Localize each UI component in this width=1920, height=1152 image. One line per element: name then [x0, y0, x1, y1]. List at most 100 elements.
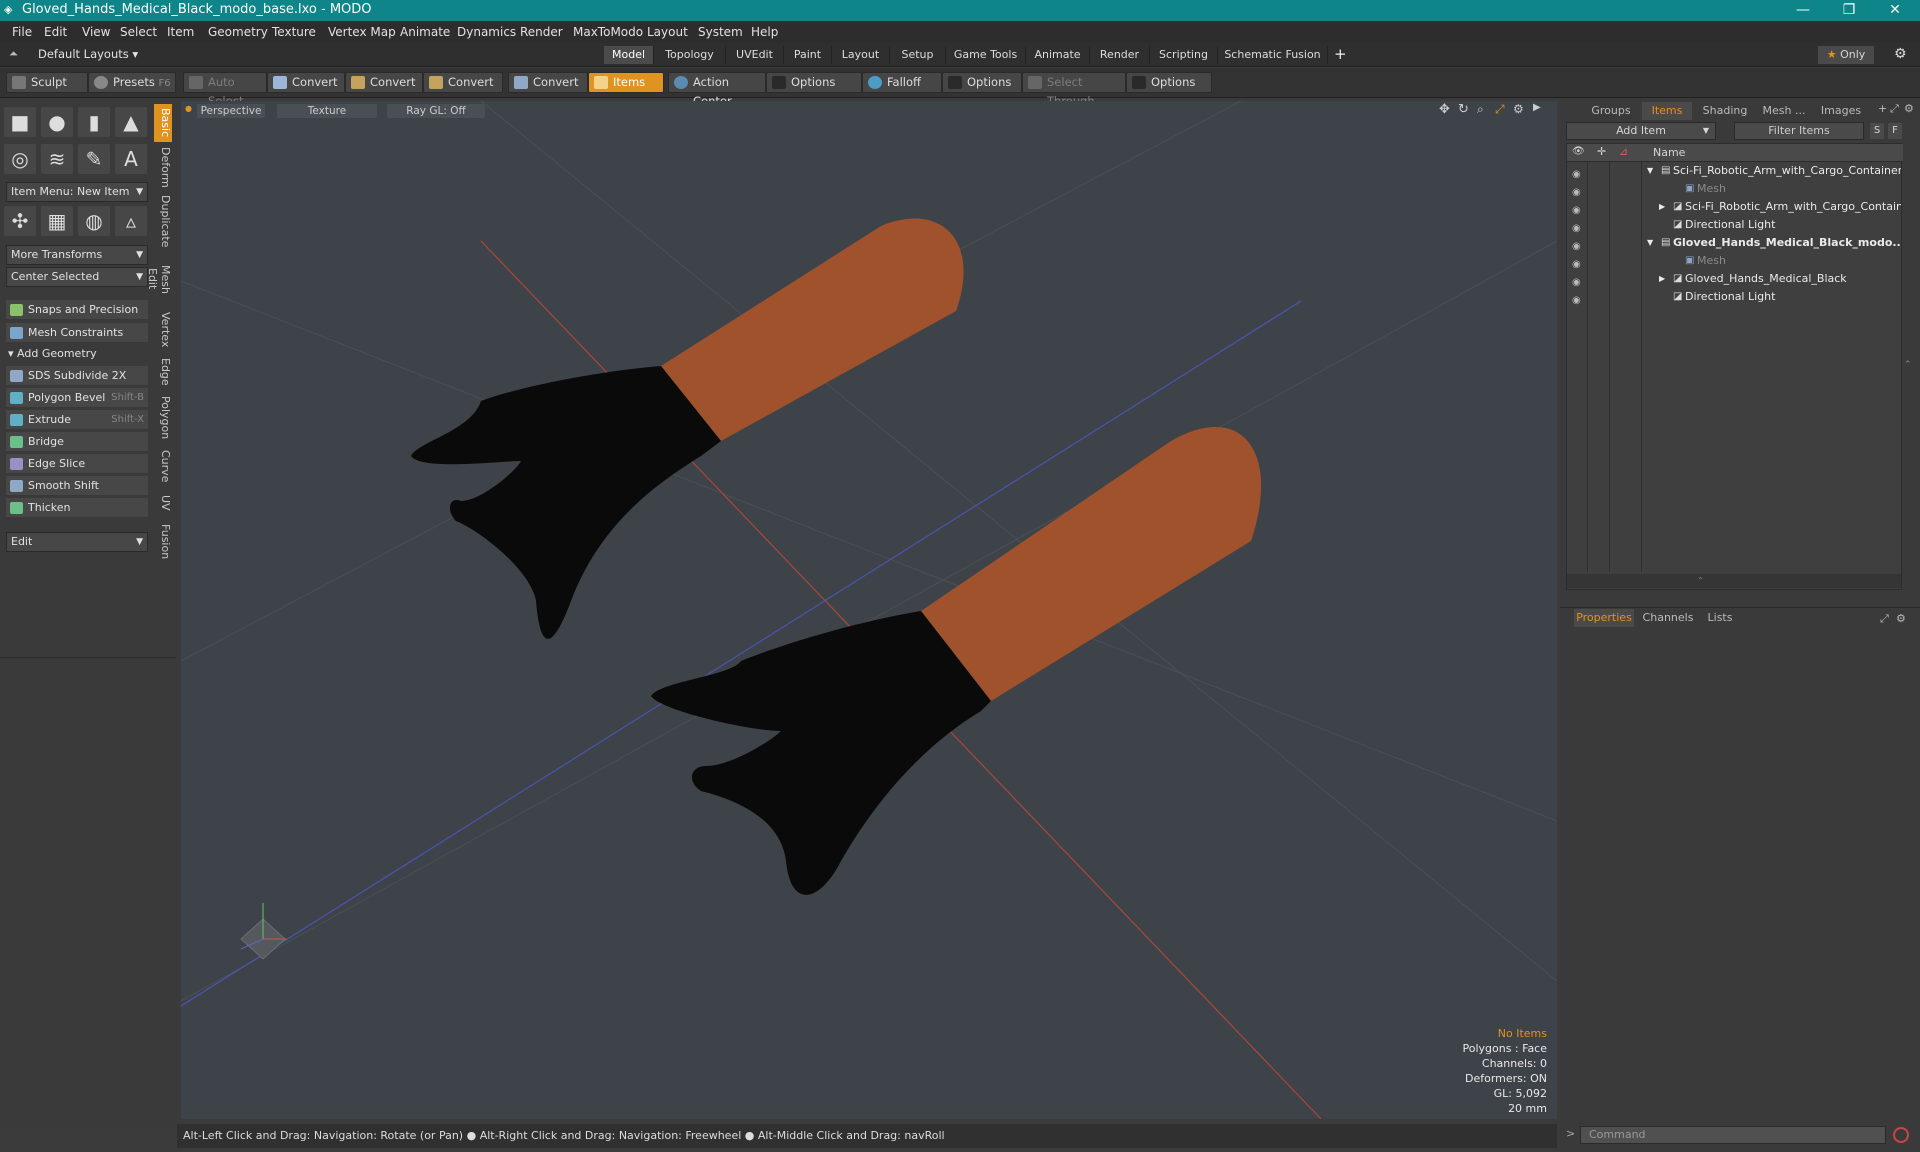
vtab-uv[interactable]: UV [154, 490, 172, 516]
edit-dropdown[interactable]: Edit ▼ [6, 532, 148, 552]
vertical-scroll-icon[interactable]: ⌃ [1904, 360, 1912, 370]
panel-gear-icon[interactable]: ⚙ [1904, 102, 1914, 115]
menu-help[interactable]: Help [751, 25, 778, 39]
menu-geometry[interactable]: Geometry [208, 25, 268, 39]
tree-row[interactable]: ◉ ▶ ◪ Gloved_Hands_Medical_Black [1567, 270, 1903, 288]
record-icon[interactable] [1893, 1127, 1909, 1143]
visibility-eye-icon[interactable]: ◉ [1572, 184, 1584, 198]
presets-button[interactable]: Presets F6 [88, 72, 176, 93]
torus-primitive-icon[interactable]: ◎ [4, 144, 36, 174]
convert-vertex-button[interactable]: Convert [267, 72, 345, 93]
transform-icon[interactable]: ✣ [4, 206, 36, 236]
horizontal-scrollbar[interactable]: ⌃ [1567, 574, 1901, 588]
move-view-icon[interactable]: ✥ [1439, 102, 1450, 117]
visibility-eye-icon[interactable]: ◉ [1572, 220, 1584, 234]
vtab-vertex[interactable]: Vertex [154, 310, 172, 350]
tab-model[interactable]: Model [604, 46, 654, 64]
auto-select-button[interactable]: Auto Select [183, 72, 267, 108]
command-input[interactable]: Command [1580, 1126, 1886, 1144]
visibility-eye-icon[interactable]: ◉ [1572, 202, 1584, 216]
sculpt-button[interactable]: Sculpt [6, 72, 88, 93]
tree-row[interactable]: ◉ ▼ ▤ Gloved_Hands_Medical_Black_modo... [1567, 234, 1903, 252]
tree-row[interactable]: ◉ ◪ Directional Light [1567, 288, 1903, 306]
menu-render[interactable]: Render [520, 25, 563, 39]
menu-layout[interactable]: Layout [647, 25, 688, 39]
3d-viewport[interactable]: ● Perspective Texture Ray GL: Off ✥ ↻ ⌕ … [181, 101, 1557, 1119]
tab-groups[interactable]: Groups [1584, 102, 1638, 120]
visibility-eye-icon[interactable]: ◉ [1572, 292, 1584, 306]
menu-dynamics[interactable]: Dynamics [457, 25, 516, 39]
vtab-mesh-edit[interactable]: Mesh Edit [146, 254, 172, 304]
expand-arrow-icon[interactable]: ▼ [1647, 162, 1653, 180]
vtab-duplicate[interactable]: Duplicate [154, 194, 172, 248]
cylinder-primitive-icon[interactable]: ▮ [78, 107, 110, 137]
mesh-constraints-button[interactable]: Mesh Constraints [6, 323, 148, 343]
tab-layout[interactable]: Layout [832, 46, 890, 64]
visibility-eye-icon[interactable]: ◉ [1572, 256, 1584, 270]
tool-sds-subdivide[interactable]: SDS Subdivide 2X [6, 366, 148, 386]
add-item-dropdown[interactable]: Add Item ▼ [1566, 122, 1716, 140]
tab-setup[interactable]: Setup [890, 46, 946, 64]
tab-shading[interactable]: Shading [1696, 102, 1754, 120]
tab-channels[interactable]: Channels [1640, 609, 1696, 627]
vtab-curve[interactable]: Curve [154, 448, 172, 484]
menu-maxtomodo[interactable]: MaxToModo [573, 25, 643, 39]
add-tab-icon[interactable]: + [1878, 102, 1887, 115]
visibility-eye-icon[interactable]: ◉ [1572, 238, 1584, 252]
options-button[interactable]: Options [766, 72, 862, 93]
vtab-fusion[interactable]: Fusion [154, 522, 172, 562]
tab-items[interactable]: Items [1642, 102, 1692, 120]
zoom-view-icon[interactable]: ⌕ [1477, 102, 1484, 117]
texture-button[interactable]: Texture [277, 104, 377, 118]
cube-primitive-icon[interactable]: ■ [4, 107, 36, 137]
filter-items-input[interactable]: Filter Items [1734, 122, 1864, 140]
globe-icon[interactable]: ◍ [78, 206, 110, 236]
snaps-precision-button[interactable]: Snaps and Precision [6, 300, 148, 320]
select-through-button[interactable]: Select Through [1022, 72, 1126, 108]
vtab-deform[interactable]: Deform [154, 146, 172, 188]
tab-animate[interactable]: Animate [1026, 46, 1090, 64]
gear-icon[interactable]: ⚙ [1894, 46, 1907, 62]
default-layouts-dropdown[interactable]: Default Layouts ▾ [38, 47, 138, 61]
f-button[interactable]: F [1888, 123, 1902, 139]
items-mode-button[interactable]: Items [588, 72, 664, 93]
tab-images[interactable]: Images [1814, 102, 1868, 120]
falloff-options-button[interactable]: Options [942, 72, 1022, 93]
menu-view[interactable]: View [82, 25, 110, 39]
viewport-settings-icon[interactable]: ⚙ [1513, 102, 1524, 116]
capsule-primitive-icon[interactable]: ≋ [41, 144, 73, 174]
menu-edit[interactable]: Edit [44, 25, 67, 39]
tree-row[interactable]: ◉ ▼ ▤ Sci-Fi_Robotic_Arm_with_Cargo_Contain… [1567, 162, 1903, 180]
vtab-edge[interactable]: Edge [154, 356, 172, 388]
tree-row[interactable]: ◉ ▣ Mesh [1567, 180, 1903, 198]
cone-primitive-icon[interactable]: ▲ [115, 107, 147, 137]
tab-uvedit[interactable]: UVEdit [726, 46, 784, 64]
menu-animate[interactable]: Animate [400, 25, 450, 39]
tab-mesh[interactable]: Mesh ... [1756, 102, 1812, 120]
close-button[interactable]: ✕ [1872, 0, 1918, 21]
tool-edge-slice[interactable]: Edge Slice [6, 454, 148, 474]
tab-render[interactable]: Render [1090, 46, 1150, 64]
tab-lists[interactable]: Lists [1700, 609, 1740, 627]
tool-thicken[interactable]: Thicken [6, 498, 148, 518]
tab-game-tools[interactable]: Game Tools [946, 46, 1026, 64]
add-tab-button[interactable]: + [1334, 45, 1347, 63]
minimize-button[interactable]: — [1780, 0, 1826, 21]
tree-row[interactable]: ◉ ▶ ◪ Sci-Fi_Robotic_Arm_with_Cargo_Contain… [1567, 198, 1903, 216]
tab-topology[interactable]: Topology [654, 46, 726, 64]
expand-arrow-icon[interactable]: ▶ [1659, 198, 1665, 216]
maximize-button[interactable]: ❐ [1826, 0, 1872, 21]
vtab-polygon[interactable]: Polygon [154, 394, 172, 442]
sphere-primitive-icon[interactable]: ● [41, 107, 73, 137]
more-transforms-dropdown[interactable]: More Transforms ▼ [6, 245, 148, 265]
tree-row[interactable]: ◉ ◪ Directional Light [1567, 216, 1903, 234]
tab-scripting[interactable]: Scripting [1150, 46, 1218, 64]
pen-primitive-icon[interactable]: ✎ [78, 144, 110, 174]
text-primitive-icon[interactable]: A [115, 144, 147, 174]
menu-file[interactable]: File [12, 25, 32, 39]
tree-row[interactable]: ◉ ▣ Mesh [1567, 252, 1903, 270]
falloff-button[interactable]: Falloff [862, 72, 942, 93]
tool-extrude[interactable]: Extrude Shift-X [6, 410, 148, 430]
tool-bridge[interactable]: Bridge [6, 432, 148, 452]
select-options-button[interactable]: Options [1126, 72, 1212, 93]
